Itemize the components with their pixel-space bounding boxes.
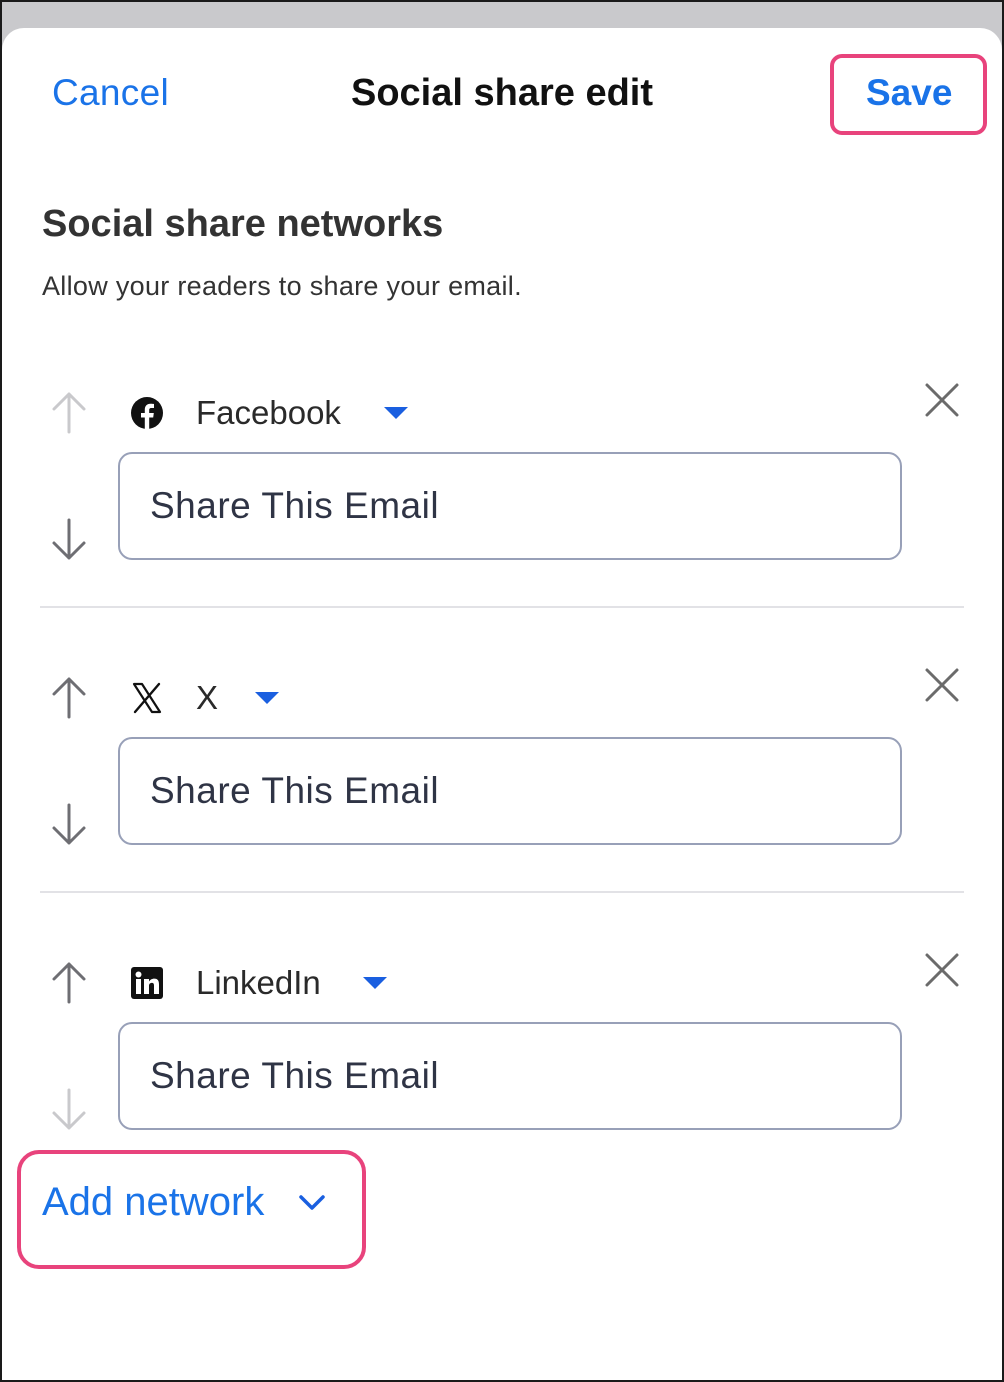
section-title: Social share networks [42,203,444,245]
chevron-down-icon [298,1194,326,1212]
add-network-button[interactable]: Add network [42,1180,326,1225]
add-network-label: Add network [42,1180,265,1224]
share-text-input[interactable] [118,737,902,845]
linkedin-icon [130,966,164,1000]
network-name: Facebook [196,394,341,431]
network-row-x: X [2,635,1002,865]
share-text-input[interactable] [118,452,902,560]
network-dropdown-caret-icon[interactable] [254,691,280,705]
section-description: Allow your readers to share your email. [42,271,522,301]
remove-network-close-icon[interactable] [922,380,962,420]
network-name: LinkedIn [196,964,321,1001]
facebook-icon [130,396,164,430]
share-text-input[interactable] [118,1022,902,1130]
network-row-linkedin: LinkedIn [2,920,1002,1150]
network-dropdown-caret-icon[interactable] [383,406,409,420]
remove-network-close-icon[interactable] [922,950,962,990]
x-icon [130,681,164,715]
save-button[interactable]: Save [866,72,952,114]
edit-sheet: Cancel Social share edit Save Social sha… [2,28,1002,1380]
network-name: X [196,679,219,716]
divider [40,606,964,608]
move-down-arrow-icon [48,1088,90,1132]
move-down-arrow-icon[interactable] [48,803,90,847]
network-dropdown-caret-icon[interactable] [362,976,388,990]
remove-network-close-icon[interactable] [922,665,962,705]
network-row-facebook: Facebook [2,350,1002,580]
move-down-arrow-icon[interactable] [48,518,90,562]
move-up-arrow-icon[interactable] [48,960,90,1004]
divider [40,891,964,893]
move-up-arrow-icon[interactable] [48,675,90,719]
move-up-arrow-icon [48,390,90,434]
